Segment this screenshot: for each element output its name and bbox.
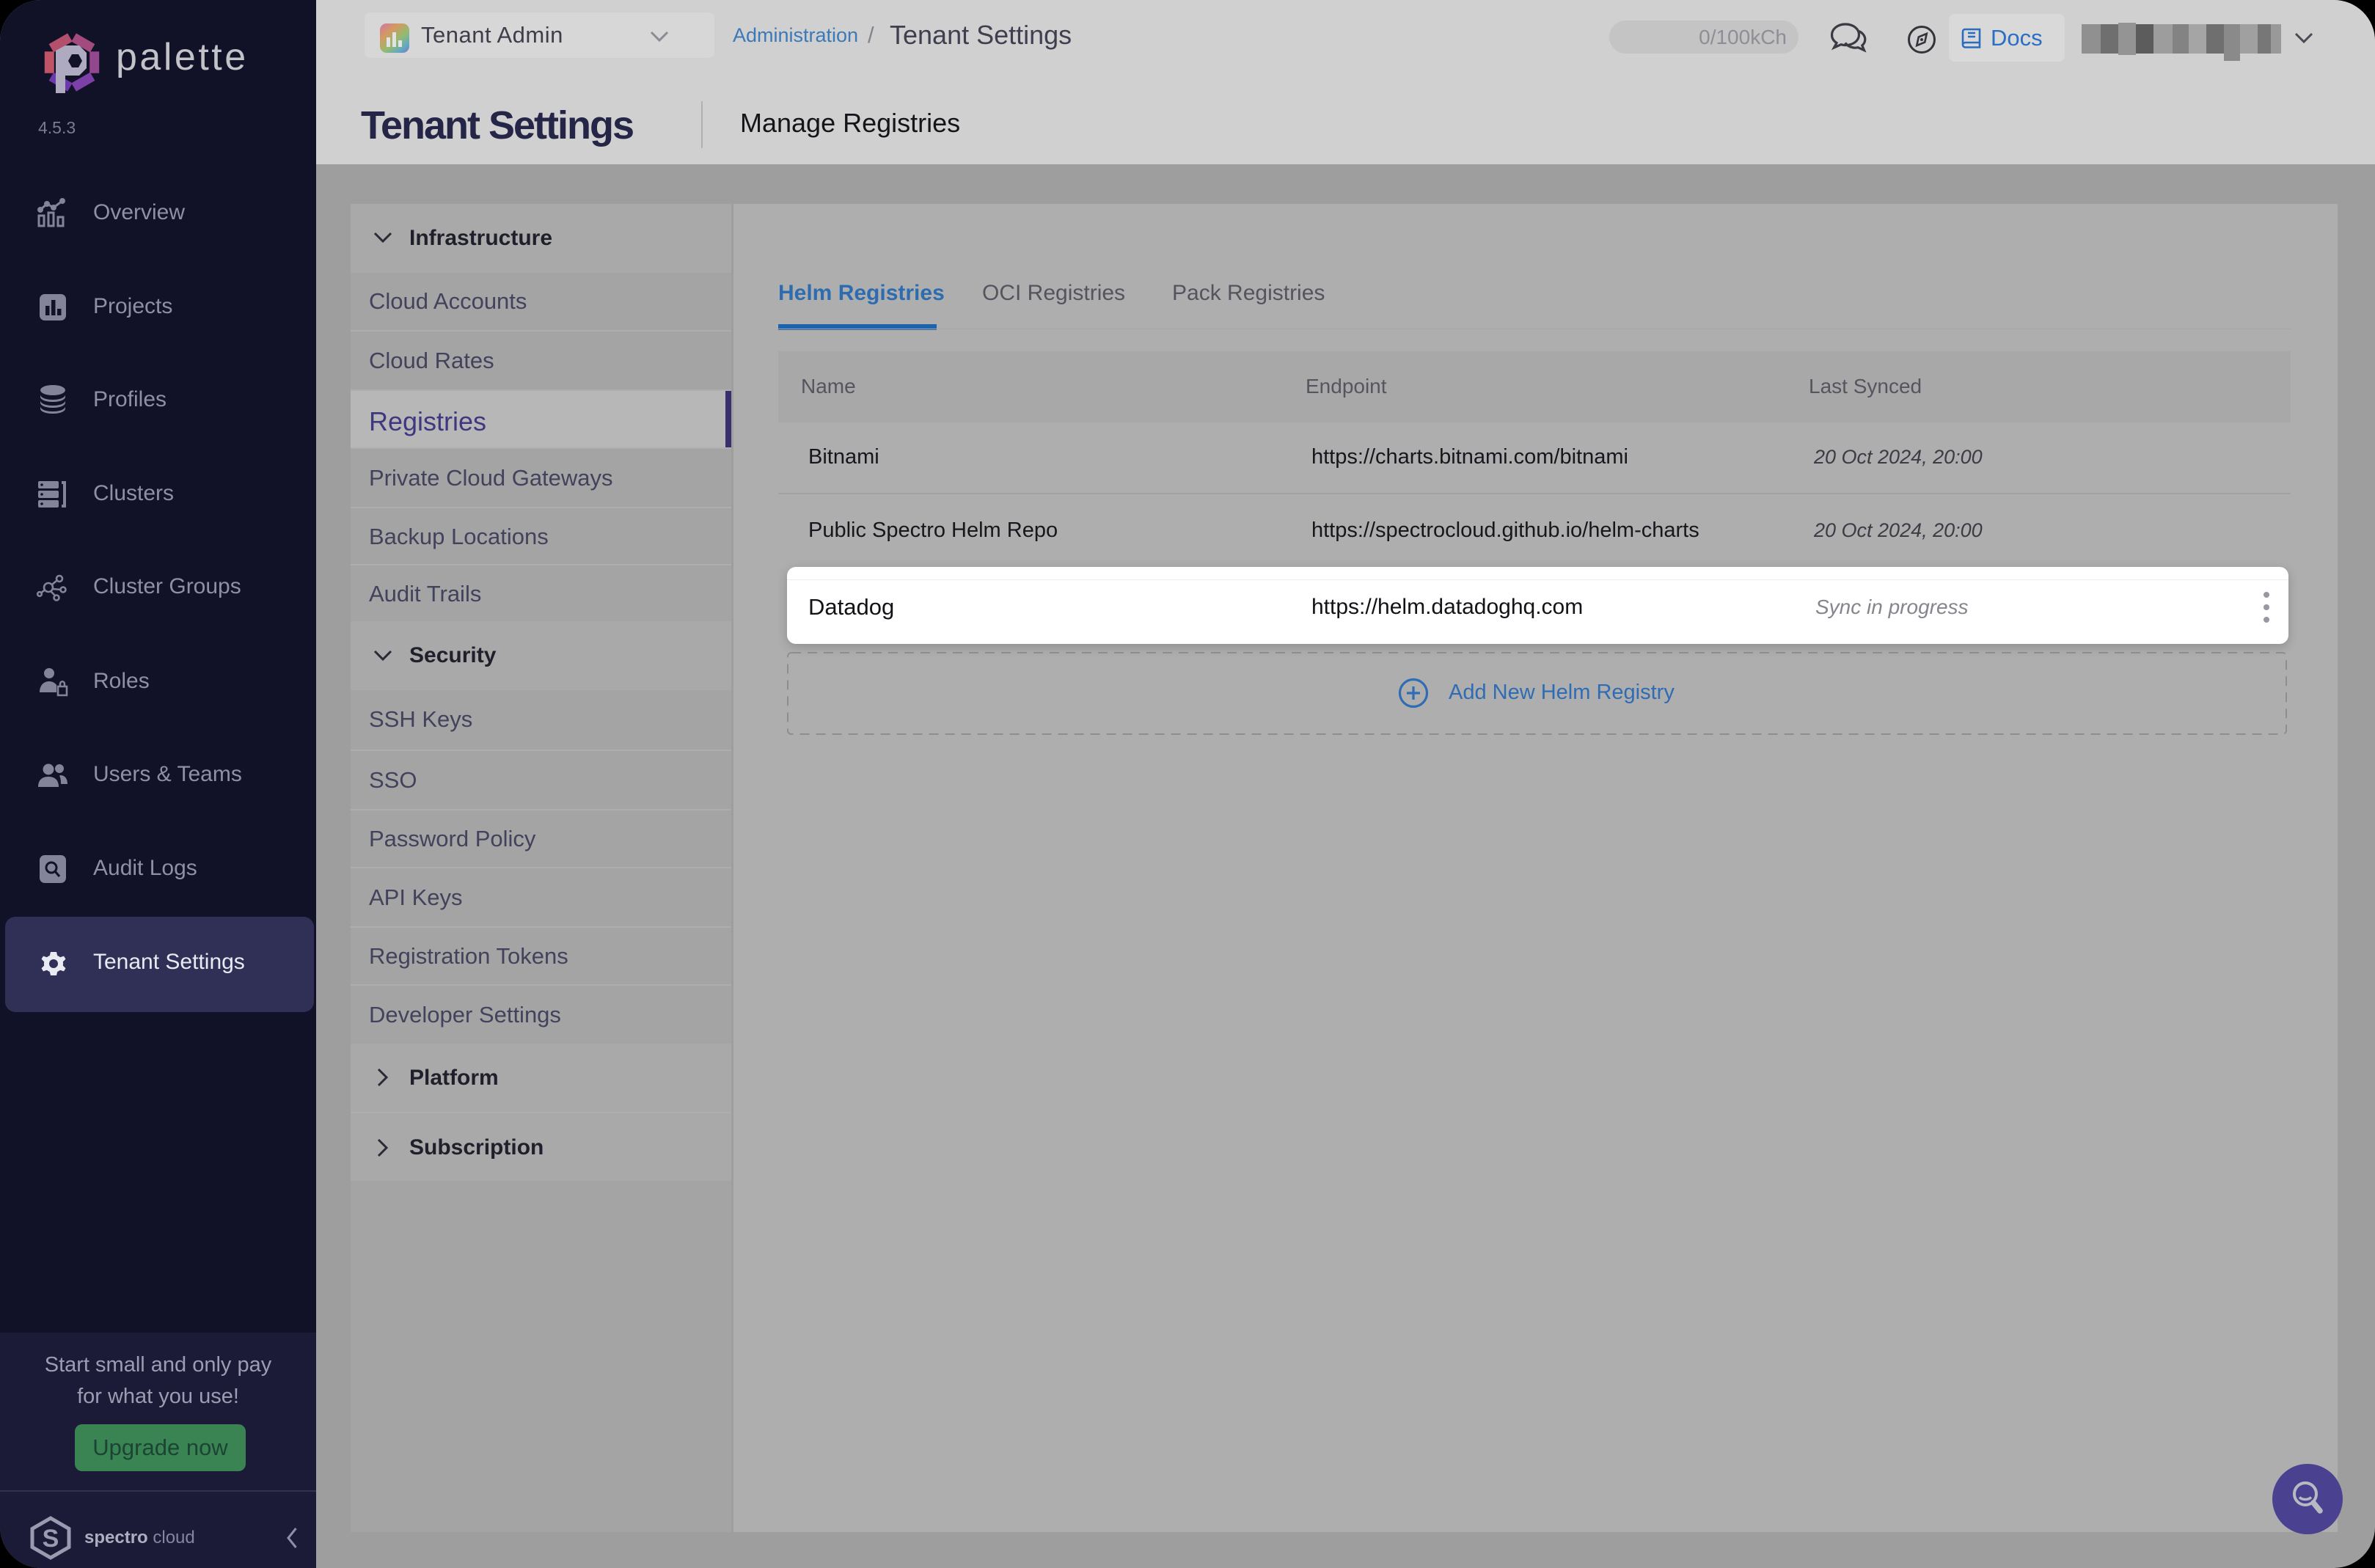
- svg-text:S: S: [43, 1525, 59, 1553]
